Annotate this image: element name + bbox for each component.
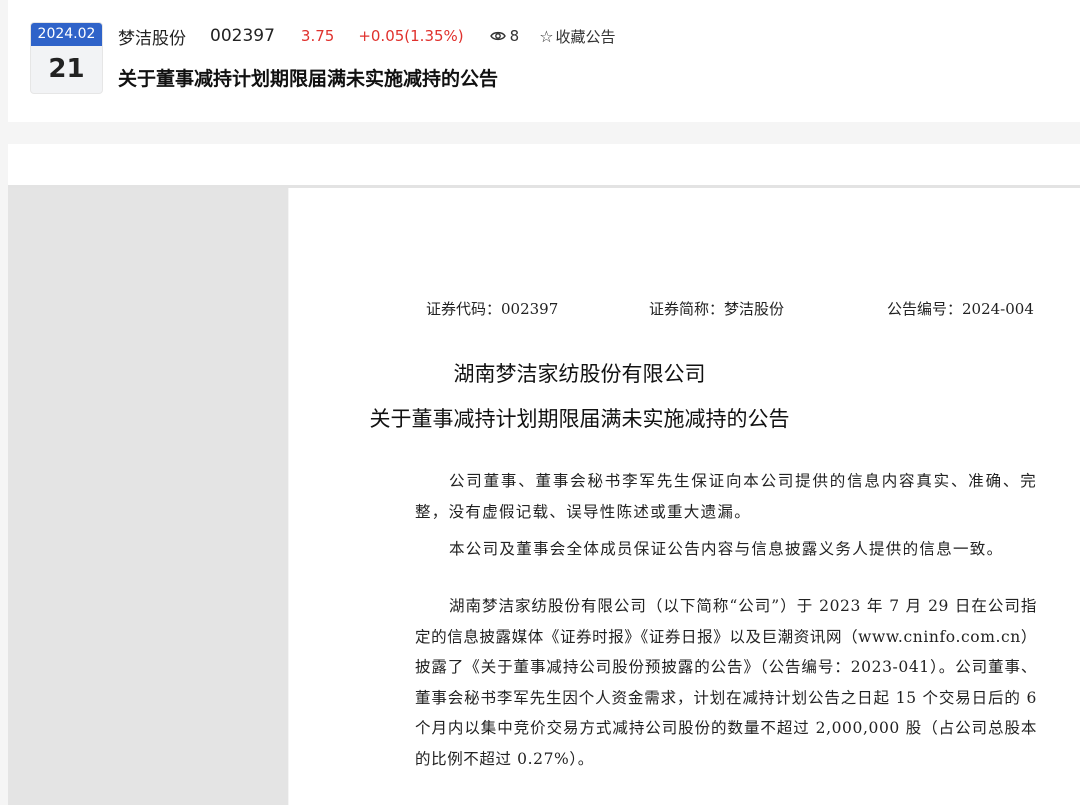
viewer-toolbar-area — [8, 144, 1080, 185]
stock-code: 002397 — [210, 26, 275, 46]
company-name: 湖南梦洁家纺股份有限公司 — [453, 362, 706, 386]
security-code: 证券代码：002397 — [426, 300, 559, 318]
date-month: 2024.02 — [31, 23, 102, 46]
date-badge: 2024.02 21 — [30, 22, 103, 94]
body-paragraph: 湖南梦洁家纺股份有限公司（以下简称“公司”）于 2023 年 7 月 29 日在… — [415, 597, 1037, 768]
collect-label: 收藏公告 — [555, 27, 616, 46]
stock-change: +0.05(1.35%) — [358, 27, 464, 45]
responsibility-statement: 公司董事、董事会秘书李军先生保证向本公司提供的信息内容真实、准确、完整，没有虚假… — [415, 472, 1037, 521]
star-icon: ☆ — [539, 26, 554, 46]
stock-meta-row: 梦洁股份 002397 3.75 +0.05(1.35%) 8 ☆ 收藏公告 — [118, 24, 616, 49]
view-count: 8 — [489, 27, 520, 45]
stock-price: 3.75 — [300, 27, 335, 45]
board-statement: 本公司及董事会全体成员保证公告内容与信息披露义务人提供的信息一致。 — [449, 540, 1004, 558]
date-day: 21 — [48, 54, 85, 84]
notice-number: 公告编号：2024-004 — [887, 300, 1034, 318]
collect-button[interactable]: ☆ 收藏公告 — [539, 26, 615, 47]
document-title: 关于董事减持计划期限届满未实施减持的公告 — [369, 407, 790, 431]
announcement-title[interactable]: 关于董事减持计划期限届满未实施减持的公告 — [118, 64, 498, 91]
view-count-value: 8 — [509, 27, 520, 45]
pdf-page: 证券代码：002397 证券简称：梦洁股份 公告编号：2024-004 湖南梦洁… — [289, 188, 1080, 805]
security-short-name: 证券简称：梦洁股份 — [649, 300, 785, 318]
stock-name-link[interactable]: 梦洁股份 — [118, 24, 186, 49]
pdf-viewer-margin — [8, 188, 288, 805]
announcement-header: 2024.02 21 梦洁股份 002397 3.75 +0.05(1.35%)… — [8, 0, 1080, 122]
eye-icon — [489, 31, 506, 41]
